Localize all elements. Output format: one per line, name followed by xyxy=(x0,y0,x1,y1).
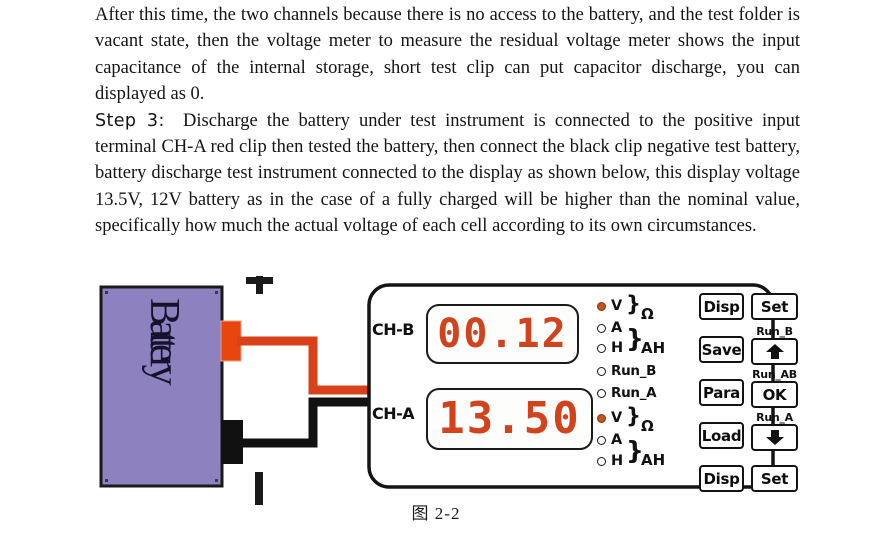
button-set-top[interactable]: Set xyxy=(751,293,798,320)
led-run-b-label: Run_B xyxy=(611,363,657,379)
label-run-a: Run_A xyxy=(756,411,793,424)
down-arrow-icon xyxy=(765,430,784,445)
channel-b-value: 00.12 xyxy=(437,311,568,357)
unit-ohm-top: Ω xyxy=(641,305,654,323)
led-a-top-icon xyxy=(597,323,606,333)
label-run-b: Run_B xyxy=(756,325,793,338)
led-row-v-top: V xyxy=(597,297,622,315)
channel-a-value: 13.50 xyxy=(438,393,581,444)
led-row-a-bottom: A xyxy=(597,431,622,449)
figure-battery-discharge-diagram: CH-B 00.12 CH-A 13.50 V A H } Ω} AH Run… xyxy=(0,276,872,535)
unit-ah-bottom: AH xyxy=(641,451,666,469)
led-a-bottom-icon xyxy=(597,435,606,445)
battery-label-wrap: Battery xyxy=(141,298,187,478)
led-row-a-top: A xyxy=(597,319,622,337)
led-run-a-icon xyxy=(597,388,606,398)
led-v-bottom-icon xyxy=(597,413,606,423)
channel-b-display: 00.12 xyxy=(426,304,579,364)
led-h-bottom-label: H xyxy=(611,453,624,469)
led-row-run-b: Run_B xyxy=(597,362,656,380)
button-load[interactable]: Load xyxy=(699,422,744,449)
positive-wire xyxy=(237,336,369,395)
led-h-top-label: H xyxy=(611,340,624,356)
button-up-arrow[interactable] xyxy=(751,338,798,365)
led-run-b-icon xyxy=(597,366,606,376)
led-h-top-icon xyxy=(597,343,606,353)
led-a-top-label: A xyxy=(611,320,623,336)
button-disp-top[interactable]: Disp xyxy=(699,293,744,320)
battery-plus-symbol xyxy=(246,276,273,294)
paragraph-2-text: Discharge the battery under test instrum… xyxy=(95,110,800,237)
unit-ah-top: AH xyxy=(641,339,666,357)
led-row-h-bottom: H xyxy=(597,452,623,470)
button-set-bottom[interactable]: Set xyxy=(751,465,798,492)
button-para[interactable]: Para xyxy=(699,379,744,406)
battery-label: Battery xyxy=(141,298,187,380)
led-v-top-icon xyxy=(597,301,606,311)
channel-a-label: CH-A xyxy=(372,404,415,423)
paragraph-2: Step 3: Discharge the battery under test… xyxy=(95,108,800,240)
brace-v-bottom: } xyxy=(626,404,641,428)
meter-panel: CH-B 00.12 CH-A 13.50 V A H } Ω} AH Run… xyxy=(369,285,798,492)
led-row-h-top: H xyxy=(597,339,623,357)
button-disp-bottom[interactable]: Disp xyxy=(699,465,744,492)
unit-ohm-bottom: Ω xyxy=(641,417,654,435)
document-body: After this time, the two channels becaus… xyxy=(95,2,800,240)
led-h-bottom-icon xyxy=(597,456,606,466)
step-label: Step 3: xyxy=(95,110,165,131)
led-v-top-label: V xyxy=(611,298,623,314)
button-down-arrow[interactable] xyxy=(751,424,798,451)
figure-caption: 图 2-2 xyxy=(411,504,461,523)
led-row-v-bottom: V xyxy=(597,409,622,427)
led-indicator-column: V A H } Ω } AH Run_B Run_A V A H} Ω} A… xyxy=(597,292,695,477)
label-run-ab: Run_AB xyxy=(752,368,797,381)
negative-wire xyxy=(235,397,369,448)
channel-b-label: CH-B xyxy=(372,320,414,339)
led-row-run-a: Run_A xyxy=(597,384,657,402)
led-a-bottom-label: A xyxy=(611,432,623,448)
channel-a-display: 13.50 xyxy=(426,388,593,450)
button-save[interactable]: Save xyxy=(699,336,744,363)
brace-v-top: } xyxy=(626,292,641,316)
up-arrow-icon xyxy=(765,344,784,359)
led-v-bottom-label: V xyxy=(611,410,623,426)
led-run-a-label: Run_A xyxy=(611,385,657,401)
button-ok[interactable]: OK xyxy=(751,381,798,408)
paragraph-1: After this time, the two channels becaus… xyxy=(95,5,800,105)
